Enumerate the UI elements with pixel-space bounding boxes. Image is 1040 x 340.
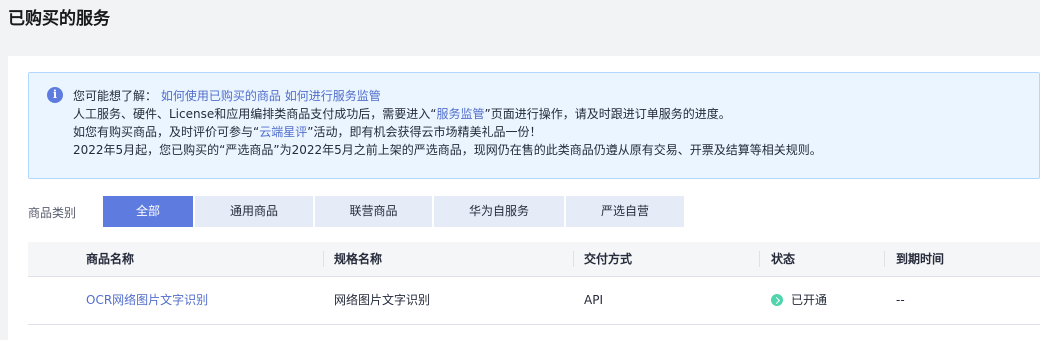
header-spec-name: 规格名称	[334, 252, 383, 266]
notice-line-2: 人工服务、硬件、License和应用编排类商品支付成功后，需要进入“服务监管”页…	[73, 105, 822, 123]
info-icon: i	[47, 87, 63, 103]
services-table: 商品名称 规格名称 交付方式 状态 到期时间 OCR网络图片文字识别 网络图片文…	[28, 242, 1040, 325]
notice-text: ”页面进行操作，请及时跟进订单服务的进度。	[484, 107, 731, 121]
filter-tab-huawei-self-service[interactable]: 华为自服务	[434, 196, 564, 227]
product-name-link[interactable]: OCR网络图片文字识别	[86, 277, 208, 324]
header-product-name: 商品名称	[86, 252, 135, 266]
notice-text: ”活动，即有机会获得云市场精美礼品一份！	[307, 125, 542, 139]
filter-tab-selected-self-operated[interactable]: 严选自营	[566, 196, 684, 227]
filter-tab-all[interactable]: 全部	[103, 196, 193, 227]
spec-name-cell: 网络图片文字识别	[334, 293, 431, 307]
info-notice: i 您可能想了解： 如何使用已购买的商品 如何进行服务监管 人工服务、硬件、Li…	[28, 72, 1040, 179]
service-supervision-guide-link[interactable]: 如何进行服务监管	[285, 89, 381, 103]
expiry-cell: --	[896, 293, 905, 307]
column-divider	[759, 251, 760, 267]
status-cell: 已开通	[771, 277, 827, 324]
table-header: 商品名称 规格名称 交付方式 状态 到期时间	[28, 242, 1040, 277]
service-supervision-link[interactable]: 服务监管	[436, 107, 484, 121]
notice-text: 如您有购买商品，及时评价可参与“	[73, 125, 260, 139]
page-title: 已购买的服务	[8, 9, 110, 29]
column-divider	[573, 251, 574, 267]
header-status: 状态	[771, 252, 796, 266]
column-divider	[884, 251, 885, 267]
cloud-star-review-link[interactable]: 云端星评	[259, 125, 307, 139]
filter-tab-joint[interactable]: 联营商品	[315, 196, 432, 227]
table-row: OCR网络图片文字识别 网络图片文字识别 API 已开通 --	[28, 277, 1040, 325]
header-delivery: 交付方式	[584, 252, 633, 266]
content-card: i 您可能想了解： 如何使用已购买的商品 如何进行服务监管 人工服务、硬件、Li…	[8, 56, 1040, 340]
delivery-cell: API	[584, 293, 603, 307]
status-check-icon	[771, 294, 783, 306]
notice-text: 人工服务、硬件、License和应用编排类商品支付成功后，需要进入“	[73, 107, 437, 121]
status-text: 已开通	[791, 293, 828, 307]
notice-prefix: 您可能想了解：	[73, 89, 158, 103]
notice-lines: 您可能想了解： 如何使用已购买的商品 如何进行服务监管 人工服务、硬件、Lice…	[73, 87, 822, 159]
notice-line-4: 2022年5月起，您已购买的“严选商品”为2022年5月之前上架的严选商品，现网…	[73, 143, 822, 157]
filter-tab-general[interactable]: 通用商品	[195, 196, 313, 227]
header-expiry: 到期时间	[896, 252, 945, 266]
how-to-use-link[interactable]: 如何使用已购买的商品	[161, 89, 281, 103]
notice-line-3: 如您有购买商品，及时评价可参与“云端星评”活动，即有机会获得云市场精美礼品一份！	[73, 123, 822, 141]
column-divider	[323, 251, 324, 267]
notice-line-1: 您可能想了解： 如何使用已购买的商品 如何进行服务监管	[73, 87, 822, 105]
filter-label: 商品类别	[28, 206, 77, 220]
